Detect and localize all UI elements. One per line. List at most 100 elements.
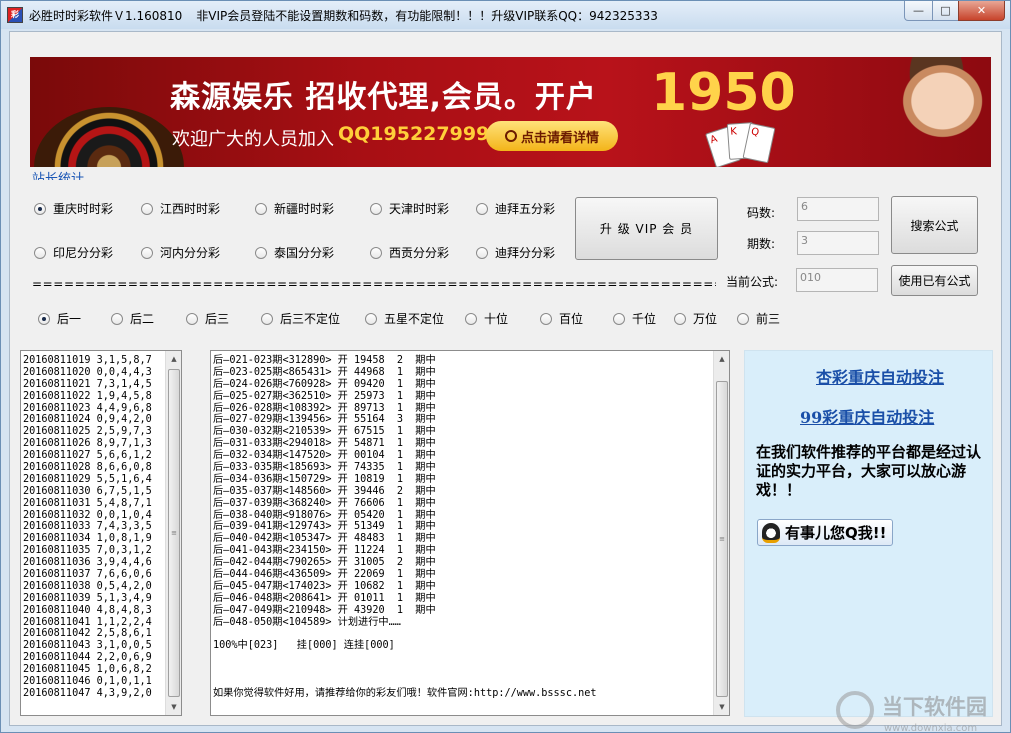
position-radio[interactable]: 后三	[186, 310, 229, 327]
model-photo	[870, 57, 991, 167]
period-field[interactable]: 3	[797, 231, 879, 255]
radio-dot-icon[interactable]	[34, 246, 46, 259]
scroll-down-icon[interactable]: ▼	[166, 699, 181, 715]
scroll-up-icon[interactable]: ▲	[714, 351, 729, 367]
banner-number: 1950	[651, 63, 796, 123]
lottery-radio[interactable]: 重庆时时彩	[34, 200, 113, 217]
stat-link[interactable]: 站长统计	[32, 168, 84, 180]
plan-output[interactable]: 后—021-023期<312890> 开 19458 2 期中 后—023-025…	[210, 350, 730, 716]
radio-dot-icon[interactable]	[38, 312, 50, 325]
radio-dot-icon[interactable]	[111, 312, 123, 325]
radio-dot-icon[interactable]	[613, 312, 625, 325]
history-row: 20160811019 3,1,5,8,7	[23, 355, 152, 366]
close-button[interactable]: ✕	[958, 1, 1005, 21]
lottery-radio-label: 江西时时彩	[160, 202, 221, 216]
minimize-button[interactable]: —	[904, 1, 933, 21]
app-window: 彩 必胜时时彩软件Ｖ1.160810 非VIP会员登陆不能设置期数和码数，有功能限…	[0, 0, 1011, 733]
use-formula-button[interactable]: 使用已有公式	[891, 265, 978, 296]
lottery-radio-label: 迪拜五分彩	[495, 202, 556, 216]
history-scrollbar[interactable]: ▲ ≡ ▼	[165, 351, 181, 715]
scroll-down-icon[interactable]: ▼	[714, 699, 729, 715]
radio-dot-icon[interactable]	[674, 312, 686, 325]
radio-dot-icon[interactable]	[370, 202, 382, 215]
qq-contact-label: 有事儿您Q我!!	[785, 524, 887, 542]
plan-line: 后—047-049期<210948> 开 43920 1 期中	[213, 604, 436, 616]
title-bar[interactable]: 彩 必胜时时彩软件Ｖ1.160810 非VIP会员登陆不能设置期数和码数，有功能限…	[1, 1, 1010, 29]
lottery-radio[interactable]: 江西时时彩	[141, 200, 220, 217]
scroll-up-icon[interactable]: ▲	[166, 351, 181, 367]
radio-dot-icon[interactable]	[255, 202, 267, 215]
scroll-thumb[interactable]: ≡	[716, 381, 728, 697]
scroll-thumb[interactable]: ≡	[168, 369, 180, 697]
radio-dot-icon[interactable]	[261, 312, 273, 325]
lottery-radio[interactable]: 迪拜分分彩	[476, 244, 555, 261]
position-radio[interactable]: 百位	[540, 310, 583, 327]
plan-line: 后—031-033期<294018> 开 54871 1 期中	[213, 438, 436, 450]
position-radio[interactable]: 千位	[613, 310, 656, 327]
banner-details-button[interactable]: 点击请看详情	[486, 121, 618, 151]
position-radio[interactable]: 万位	[674, 310, 717, 327]
window-title: 必胜时时彩软件Ｖ1.160810 非VIP会员登陆不能设置期数和码数，有功能限制！…	[29, 7, 658, 24]
position-radio[interactable]: 后二	[111, 310, 154, 327]
qq-contact-button[interactable]: 有事儿您Q我!!	[757, 519, 893, 546]
promo-panel: 杏彩重庆自动投注 99彩重庆自动投注 在我们软件推荐的平台都是经过认证的实力平台…	[744, 350, 993, 717]
plan-line: 后—034-036期<150729> 开 10819 1 期中	[213, 473, 436, 485]
radio-dot-icon[interactable]	[255, 246, 267, 259]
minimize-icon: —	[913, 4, 924, 17]
lottery-radio[interactable]: 迪拜五分彩	[476, 200, 555, 217]
search-formula-button[interactable]: 搜索公式	[891, 196, 978, 254]
position-radio[interactable]: 后三不定位	[261, 310, 340, 327]
radio-dot-icon[interactable]	[186, 312, 198, 325]
radio-dot-icon[interactable]	[737, 312, 749, 325]
lottery-radio[interactable]: 泰国分分彩	[255, 244, 334, 261]
lottery-radio-label: 西贡分分彩	[389, 246, 450, 260]
history-row: 20160811040 4,8,4,8,3	[23, 604, 152, 616]
history-row: 20160811034 1,0,8,1,9	[23, 533, 152, 545]
lottery-radio[interactable]: 河内分分彩	[141, 244, 220, 261]
radio-dot-icon[interactable]	[141, 202, 153, 215]
radio-dot-icon[interactable]	[465, 312, 477, 325]
upgrade-vip-button[interactable]: 升 级 VIP 会 员	[575, 197, 718, 260]
ad-banner[interactable]: A K Q 森源娱乐 招收代理,会员。开户 1950 欢迎广大的人员加入 QQ1…	[30, 57, 991, 167]
plan-line	[213, 676, 597, 688]
radio-dot-icon[interactable]	[141, 246, 153, 259]
radio-dot-icon[interactable]	[476, 246, 488, 259]
radio-dot-icon[interactable]	[540, 312, 552, 325]
lottery-radio[interactable]: 天津时时彩	[370, 200, 449, 217]
history-row: 20160811041 1,1,2,2,4	[23, 616, 152, 628]
history-row: 20160811021 7,3,1,4,5	[23, 378, 152, 390]
history-row: 20160811036 3,9,4,4,6	[23, 557, 152, 569]
app-title: 必胜时时彩软件Ｖ1.160810	[29, 9, 183, 23]
radio-dot-icon[interactable]	[365, 312, 377, 325]
99cai-auto-bet-link[interactable]: 99彩重庆自动投注	[800, 404, 934, 428]
lottery-radio[interactable]: 印尼分分彩	[34, 244, 113, 261]
radio-dot-icon[interactable]	[370, 246, 382, 259]
history-row: 20160811022 1,9,4,5,8	[23, 390, 152, 402]
plan-line	[213, 628, 597, 640]
banner-subtitle: 欢迎广大的人员加入	[172, 129, 334, 150]
position-radio[interactable]: 前三	[737, 310, 780, 327]
code-count-field[interactable]: 6	[797, 197, 879, 221]
history-row: 20160811044 2,2,0,6,9	[23, 652, 152, 664]
position-radio-label: 后二	[130, 312, 155, 326]
lottery-radio[interactable]: 新疆时时彩	[255, 200, 334, 217]
separator-line: ========================================…	[32, 277, 716, 291]
plan-line: 后—035-037期<148560> 开 39446 2 期中	[213, 485, 436, 497]
position-radio[interactable]: 五星不定位	[365, 310, 444, 327]
position-radio[interactable]: 后一	[38, 310, 81, 327]
maximize-button[interactable]: □	[932, 1, 959, 21]
plan-scrollbar[interactable]: ▲ ≡ ▼	[713, 351, 729, 715]
history-row: 20160811025 2,5,9,7,3	[23, 426, 152, 438]
plan-line: 后—048-050期<104589> 计划进行中……	[213, 616, 401, 628]
xingcai-auto-bet-link[interactable]: 杏彩重庆自动投注	[816, 364, 944, 388]
watermark: 当下软件园 www.downxia.com	[830, 687, 1005, 733]
close-icon: ✕	[976, 4, 987, 17]
position-radio[interactable]: 十位	[465, 310, 508, 327]
radio-dot-icon[interactable]	[476, 202, 488, 215]
lottery-radio[interactable]: 西贡分分彩	[370, 244, 449, 261]
radio-dot-icon[interactable]	[34, 202, 46, 215]
current-formula-field[interactable]: 010	[796, 268, 878, 292]
history-row: 20160811033 7,4,3,3,5	[23, 521, 152, 533]
plan-line: 后—042-044期<790265> 开 31005 2 期中	[213, 557, 436, 569]
history-list[interactable]: 20160811019 3,1,5,8,7 20160811020 0,0,4,4…	[20, 350, 182, 716]
